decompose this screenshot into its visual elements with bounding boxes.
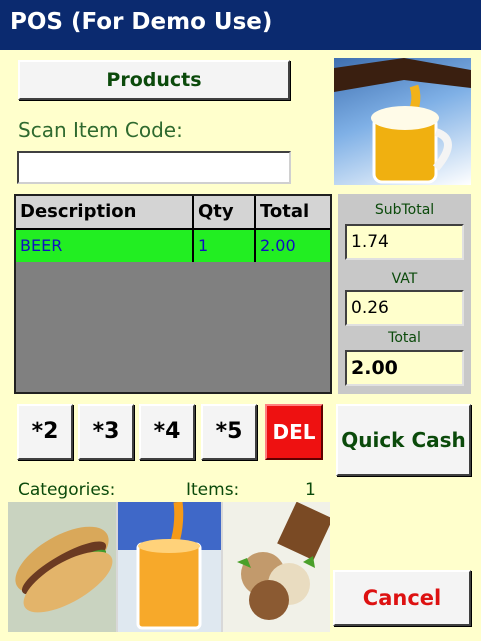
scan-item-code-label: Scan Item Code: [18,118,183,142]
delete-button[interactable]: DEL [265,404,323,460]
juice-glass-icon [118,502,221,630]
multiply-5-button[interactable]: *5 [201,404,257,460]
products-button[interactable]: Products [18,60,290,100]
categories-label: Categories: [18,480,116,500]
beer-illustration [334,58,471,184]
table-row[interactable]: BEER 1 2.00 [16,230,330,262]
scan-item-code-input[interactable] [17,151,291,184]
beer-image [334,58,471,185]
multiply-4-button[interactable]: *4 [139,404,195,460]
totals-panel: SubTotal 1.74 VAT 0.26 Total 2.00 [338,194,471,394]
column-header-description[interactable]: Description [16,196,194,230]
cell-description: BEER [16,230,194,262]
category-dessert[interactable] [223,502,330,632]
sandwich-icon [15,526,113,613]
total-value: 2.00 [345,350,464,386]
ice-cream-icon [237,502,330,620]
category-strip [8,502,330,632]
multiply-3-button[interactable]: *3 [78,404,134,460]
cancel-button[interactable]: Cancel [333,570,471,626]
cell-total: 2.00 [260,236,296,255]
vat-label: VAT [391,271,418,287]
subtotal-label: SubTotal [374,202,435,218]
category-sandwich[interactable] [8,502,116,632]
window-title: POS (For Demo Use) [10,9,273,35]
column-header-total[interactable]: Total [256,196,330,230]
cell-qty: 1 [194,230,256,262]
multiply-2-button[interactable]: *2 [17,404,73,460]
quick-cash-button[interactable]: Quick Cash [336,404,471,476]
order-items-table: Description Qty Total BEER 1 2.00 [14,194,332,394]
category-juice[interactable] [118,502,221,632]
total-label: Total [388,330,421,346]
items-label: Items: [186,480,240,500]
subtotal-value: 1.74 [345,224,464,260]
column-header-qty[interactable]: Qty [194,196,256,230]
vat-value: 0.26 [345,290,464,326]
items-count: 1 [305,480,316,500]
